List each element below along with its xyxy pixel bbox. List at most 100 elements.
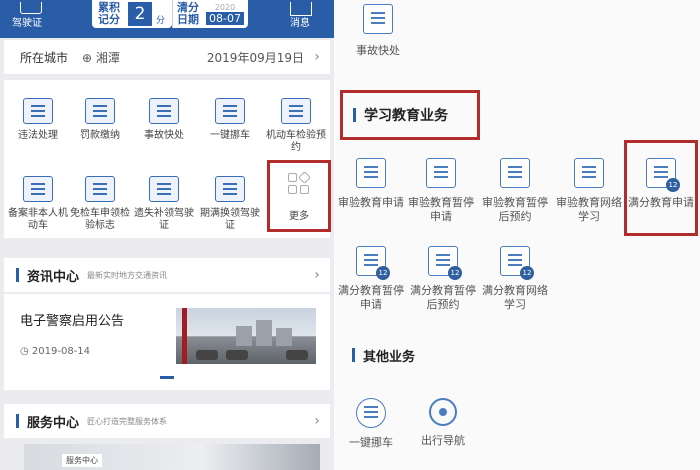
other-title: 其他业务: [363, 349, 416, 365]
service-label: 备案非本人机动车: [8, 208, 68, 231]
service-center-title: 服务中心: [27, 415, 80, 431]
navigation-icon: [429, 398, 457, 426]
city-bar[interactable]: 所在城市 ⊕ 湘潭 2019年09月19日 ›: [4, 40, 330, 74]
license-header: 驾驶证 累积记分 2 分 清分日期 2020 08-07 消息: [0, 0, 334, 38]
chevron-right-icon[interactable]: ›: [304, 49, 330, 65]
right-screen: 事故快处 学习教育业务 审验教育申请 审验教育暂停申请 审验教育暂停后预约 审验…: [334, 0, 700, 470]
clock-icon: 12: [428, 246, 462, 280]
accident-label: 事故快处: [356, 44, 400, 57]
section-marker: [353, 108, 356, 122]
news-thumbnail: [176, 308, 316, 364]
service-violation[interactable]: 违法处理: [8, 90, 68, 166]
section-marker: [16, 268, 19, 282]
license-icon[interactable]: [20, 2, 42, 14]
edu-audit-pause[interactable]: 审验教育暂停申请: [406, 158, 476, 224]
clear-date-value: 2020 08-07: [204, 2, 246, 26]
service-center-banner[interactable]: 服务中心: [24, 444, 320, 470]
score-card[interactable]: 累积记分 2 分: [92, 0, 172, 28]
edu-label: 审验教育申请: [338, 196, 404, 209]
more-grid-icon: [288, 171, 311, 195]
other-navigation[interactable]: 出行导航: [408, 398, 478, 448]
carousel-indicator: [160, 376, 174, 379]
news-item-title: 电子警察启用公告: [20, 314, 125, 329]
service-accident[interactable]: 事故快处: [134, 90, 194, 166]
current-date: 2019年09月19日: [206, 50, 304, 65]
service-grid: 违法处理 罚款缴纳 事故快处 一键挪车 机动车检验预约 备案非本人机动车 免检车…: [4, 80, 331, 238]
service-label: 机动车检验预约: [266, 130, 326, 153]
edu-audit-apply[interactable]: 审验教育申请: [336, 158, 406, 210]
edu-label: 满分教育暂停后预约: [410, 284, 476, 311]
edu-audit-online[interactable]: 审验教育网络学习: [554, 158, 624, 224]
edu-label: 审验教育暂停申请: [408, 196, 474, 223]
document-icon: [356, 158, 386, 188]
news-section-header[interactable]: 资讯中心 最新实时地方交通资讯 ›: [4, 258, 330, 292]
edu-fullscore-online[interactable]: 12 满分教育网络学习: [480, 246, 550, 312]
edu-label: 满分教育暂停申请: [338, 284, 404, 311]
service-renew[interactable]: 期满换领驾驶证: [200, 168, 260, 244]
city-location[interactable]: ⊕ 湘潭: [82, 49, 120, 66]
badge-12-icon: 12: [448, 266, 462, 280]
service-registration[interactable]: 备案非本人机动车: [8, 168, 68, 244]
accident-icon: [149, 98, 179, 124]
video-icon: [574, 158, 604, 188]
edu-fullscore-pause[interactable]: 12 满分教育暂停申请: [336, 246, 406, 312]
service-exemption[interactable]: 免检车申领检验标志: [70, 168, 130, 244]
renew-license-icon: [215, 176, 245, 202]
exemption-badge-icon: [85, 176, 115, 202]
score-value: 2: [128, 2, 152, 26]
service-replacement[interactable]: 遗失补领驾驶证: [134, 168, 194, 244]
message-label[interactable]: 消息: [290, 14, 310, 29]
other-move-car[interactable]: 一键挪车: [336, 398, 406, 450]
news-title: 资讯中心: [27, 269, 80, 285]
clear-date-year: 2020: [214, 3, 236, 12]
fine-document-icon: [85, 98, 115, 124]
service-label: 遗失补领驾驶证: [134, 208, 194, 231]
service-inspection[interactable]: 机动车检验预约: [266, 90, 326, 166]
license-label[interactable]: 驾驶证: [12, 14, 42, 29]
education-title: 学习教育业务: [364, 108, 448, 124]
accident-quick-item[interactable]: 事故快处: [348, 4, 408, 58]
banner-label: 服务中心: [62, 454, 102, 467]
more-button[interactable]: 更多: [267, 160, 331, 232]
clear-date-label: 清分日期: [177, 1, 199, 26]
document-icon: 12: [646, 158, 680, 192]
edu-label: 满分教育申请: [628, 196, 694, 209]
car-violation-icon: [23, 98, 53, 124]
edu-audit-reserve[interactable]: 审验教育暂停后预约: [480, 158, 550, 224]
service-label: 违法处理: [18, 130, 58, 141]
clear-date-card[interactable]: 清分日期 2020 08-07: [172, 0, 248, 28]
service-label: 期满换领驾驶证: [200, 208, 260, 231]
move-car-icon: [356, 398, 386, 428]
accident-icon: [363, 4, 393, 34]
video-icon: 12: [500, 246, 534, 280]
service-fine[interactable]: 罚款缴纳: [70, 90, 130, 166]
education-section-header: 学习教育业务: [340, 90, 480, 140]
left-screen: 驾驶证 累积记分 2 分 清分日期 2020 08-07 消息 所在城市 ⊕ 湘…: [0, 0, 334, 470]
move-car-icon: [215, 98, 245, 124]
section-marker: [352, 348, 355, 362]
chevron-right-icon[interactable]: ›: [304, 413, 330, 429]
badge-12-icon: 12: [520, 266, 534, 280]
section-marker: [16, 414, 19, 428]
score-unit: 分: [156, 15, 166, 26]
edu-label: 满分教育网络学习: [482, 284, 548, 311]
service-move-car[interactable]: 一键挪车: [200, 90, 260, 166]
clock-icon: [500, 158, 530, 188]
chevron-right-icon[interactable]: ›: [304, 267, 330, 283]
service-center-subtitle: 匠心打造完整服务体系: [87, 416, 168, 426]
vehicle-inspection-icon: [281, 98, 311, 124]
news-subtitle: 最新实时地方交通资讯: [87, 270, 168, 280]
other-label: 出行导航: [421, 434, 465, 447]
edu-fullscore-apply[interactable]: 12 满分教育申请: [626, 158, 696, 210]
city-name: 湘潭: [95, 50, 120, 65]
edu-fullscore-reserve[interactable]: 12 满分教育暂停后预约: [408, 246, 478, 312]
city-label: 所在城市: [20, 50, 69, 65]
registration-icon: [23, 176, 53, 202]
pause-document-icon: [426, 158, 456, 188]
other-label: 一键挪车: [349, 436, 393, 449]
service-label: 一键挪车: [210, 130, 250, 141]
service-center-header[interactable]: 服务中心 匠心打造完整服务体系 ›: [4, 404, 330, 438]
replacement-license-icon: [149, 176, 179, 202]
service-label: 罚款缴纳: [80, 130, 120, 141]
badge-12-icon: 12: [666, 178, 680, 192]
